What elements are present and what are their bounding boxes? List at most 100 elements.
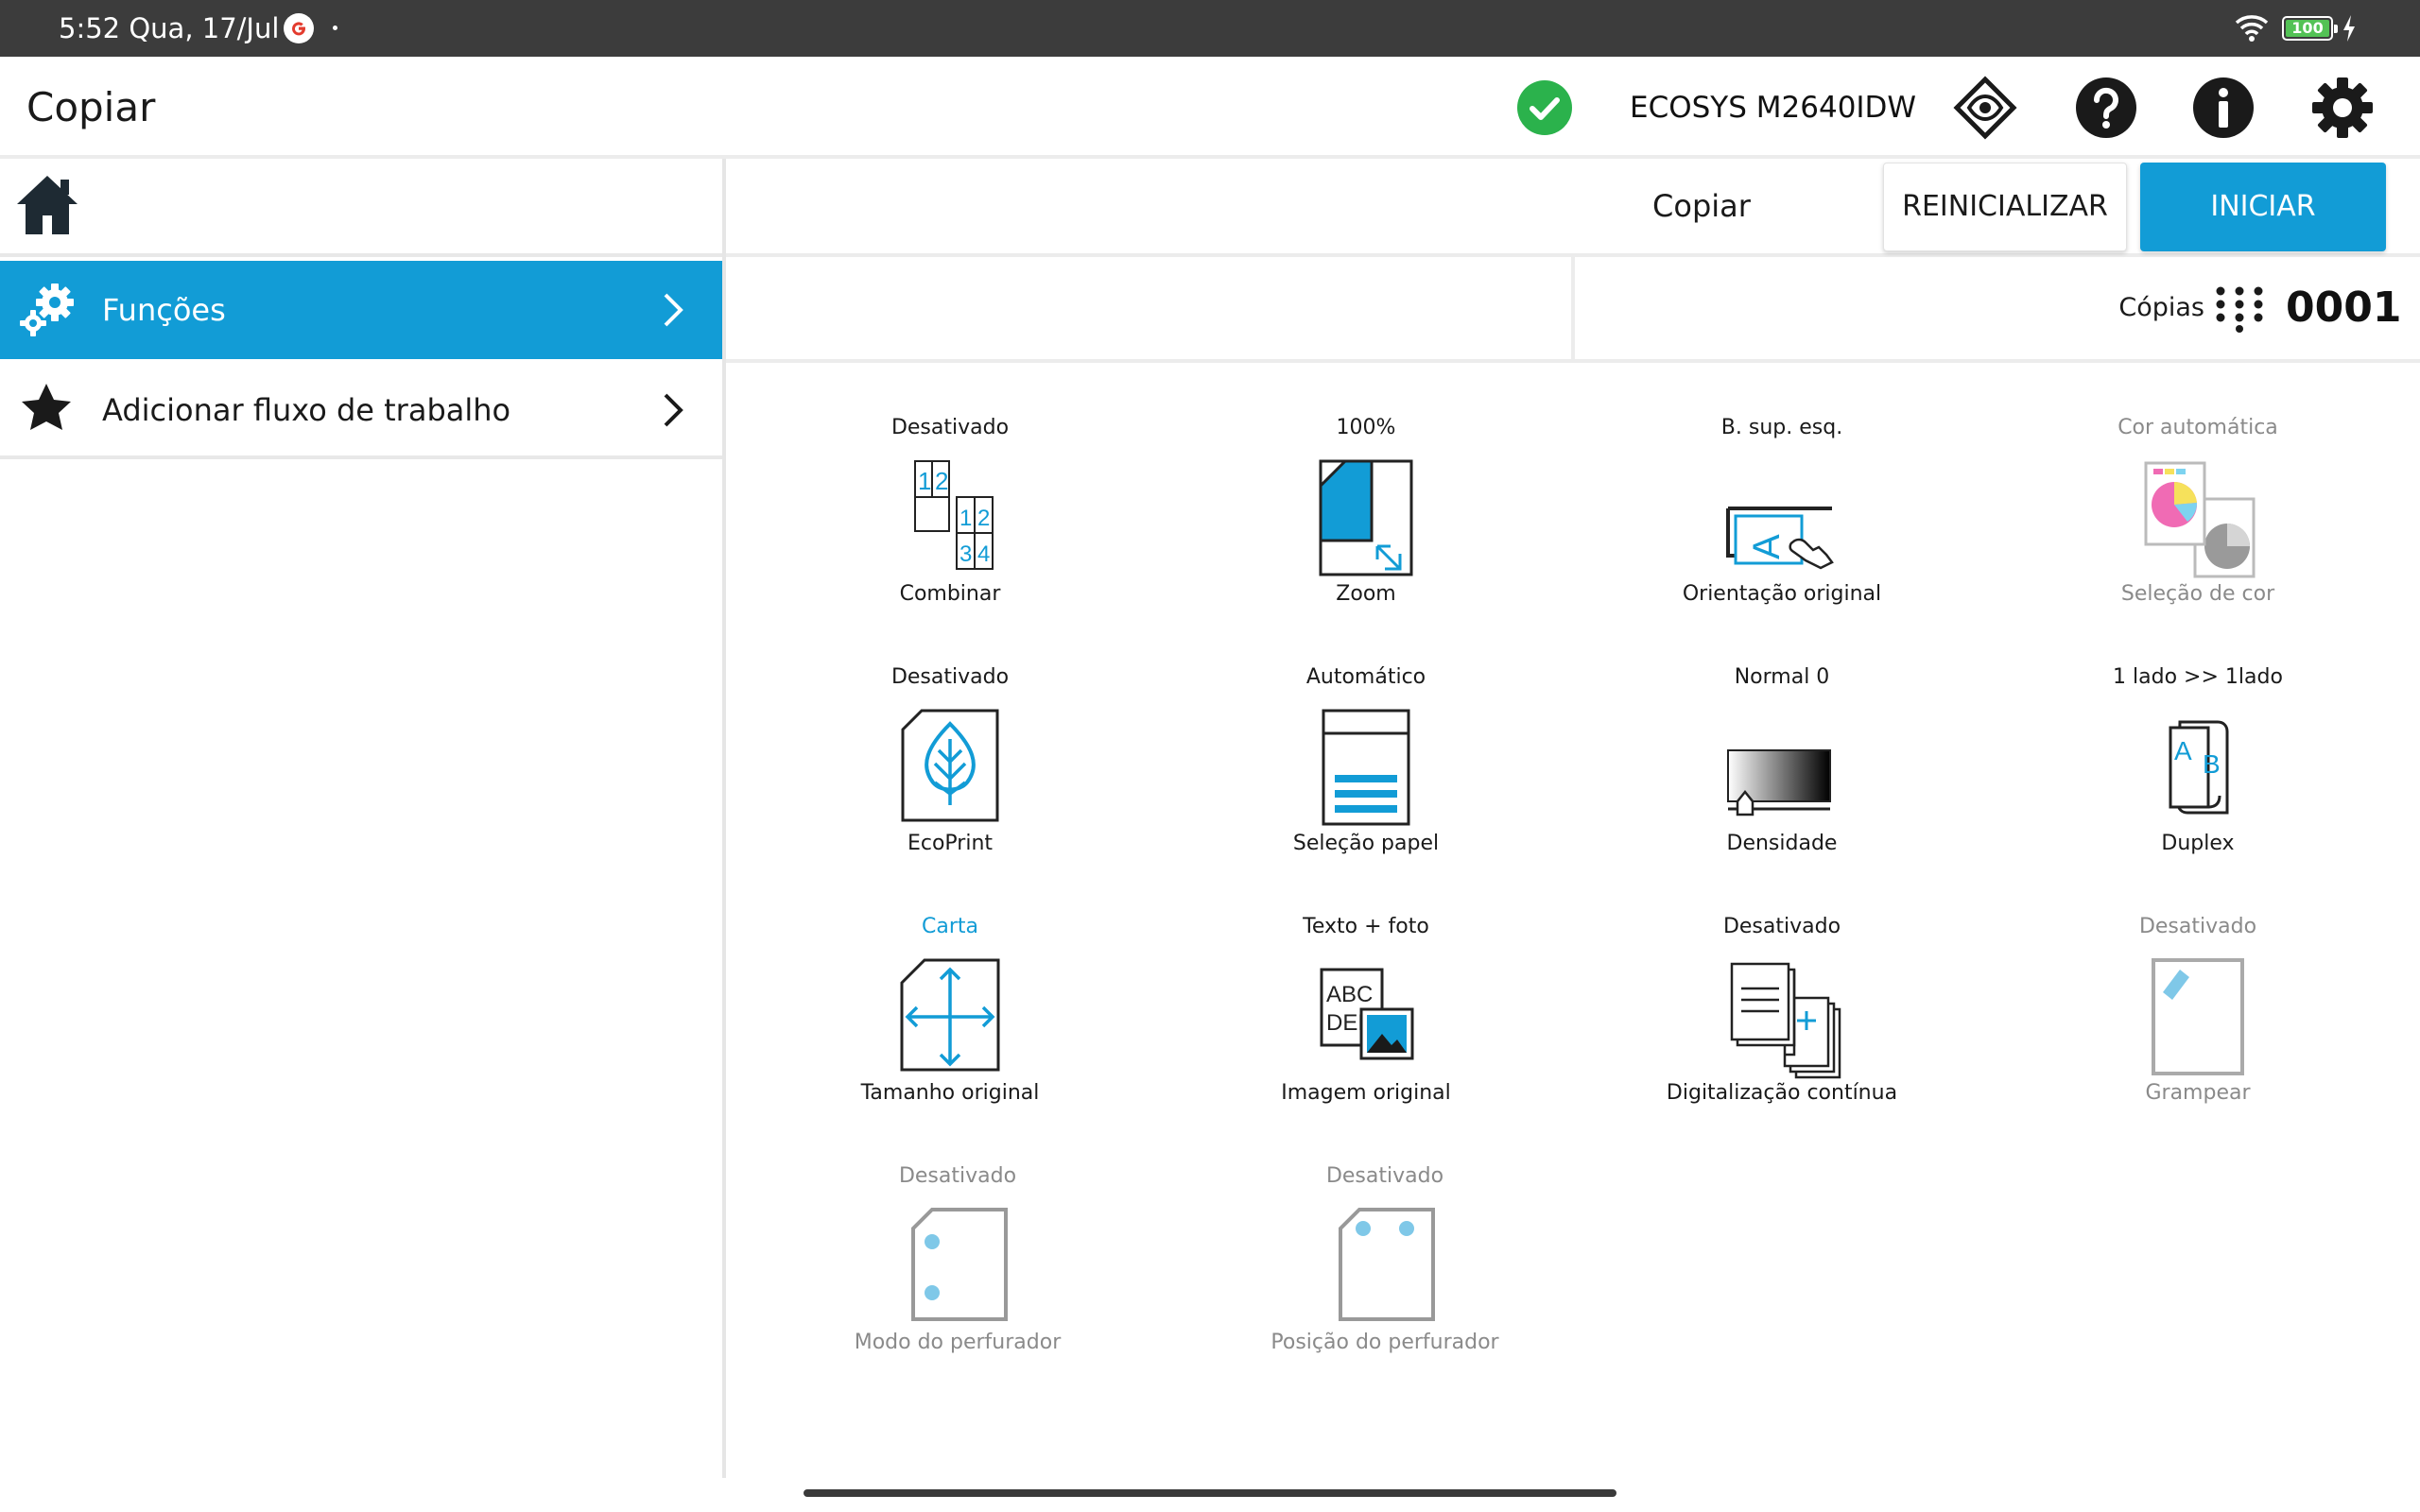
function-name: Tamanho original — [860, 1081, 1040, 1105]
star-icon — [17, 380, 76, 440]
sidebar-item-add-workflow[interactable]: Adicionar fluxo de trabalho — [0, 361, 722, 459]
status-ok-icon[interactable] — [1516, 79, 1573, 136]
help-icon[interactable] — [2074, 76, 2138, 140]
app-bar: Copiar ECOSYS M2640IDW — [0, 57, 2420, 159]
ecoprint-icon — [879, 701, 1021, 833]
function-name: Modo do perfurador — [854, 1331, 1062, 1354]
function-continuous-scan[interactable]: Desativado Digitalização contínua — [1602, 915, 1962, 1151]
original-image-icon: ABC DEF — [1295, 951, 1437, 1083]
function-name: Imagem original — [1281, 1081, 1451, 1105]
orientation-icon: A — [1711, 452, 1853, 584]
sidebar-item-label: Funções — [102, 292, 226, 328]
staple-icon — [2127, 951, 2269, 1083]
reset-button[interactable]: REINICIALIZAR — [1883, 163, 2127, 251]
function-name: Seleção de cor — [2120, 582, 2275, 606]
page-title: Copiar — [26, 84, 156, 130]
function-name: Combinar — [899, 582, 1001, 606]
function-density[interactable]: Normal 0 Densidade — [1602, 665, 1962, 902]
start-button[interactable]: INICIAR — [2140, 163, 2386, 251]
function-ecoprint[interactable]: Desativado EcoPrint — [770, 665, 1130, 902]
function-combine[interactable]: Desativado 1 2 1 2 3 4 Combinar — [770, 416, 1130, 652]
svg-text:ABC: ABC — [1326, 982, 1373, 1007]
paper-selection-icon — [1295, 701, 1437, 833]
copies-count[interactable]: 0001 — [2286, 257, 2401, 359]
function-value: Desativado — [890, 416, 1010, 439]
zoom-icon — [1295, 452, 1437, 584]
function-punch-position[interactable]: Desativado Posição do perfurador — [1205, 1164, 1564, 1400]
original-size-icon — [879, 951, 1021, 1083]
status-bar: 5:52 Qua, 17/Jul 100 — [0, 0, 2420, 57]
density-icon — [1711, 701, 1853, 833]
function-name: Digitalização contínua — [1666, 1081, 1898, 1105]
function-name: Grampear — [2145, 1081, 2251, 1105]
function-color-selection[interactable]: Cor automática Seleção de cor — [2018, 416, 2377, 652]
svg-text:4: 4 — [977, 541, 990, 567]
color-selection-icon — [2127, 452, 2269, 584]
function-staple[interactable]: Desativado Grampear — [2018, 915, 2377, 1151]
function-original-size[interactable]: Carta Tamanho original — [770, 915, 1130, 1151]
punch-position-icon — [1314, 1200, 1456, 1332]
function-value: Desativado — [890, 665, 1010, 689]
battery-level: 100 — [2291, 19, 2324, 37]
home-button[interactable] — [0, 159, 722, 257]
charging-icon — [2341, 13, 2358, 47]
function-name: Zoom — [1336, 582, 1396, 606]
function-name: Orientação original — [1682, 582, 1882, 606]
duplex-icon: A B — [2127, 701, 2269, 833]
function-original-image[interactable]: Texto + foto ABC DEF Imagem original — [1186, 915, 1546, 1151]
gesture-bar[interactable] — [804, 1489, 1616, 1497]
function-duplex[interactable]: 1 lado >> 1lado A B Duplex — [2018, 665, 2377, 902]
notification-dot-icon — [333, 26, 337, 30]
function-zoom[interactable]: 100% Zoom — [1186, 416, 1546, 652]
punch-mode-icon — [887, 1200, 1028, 1332]
function-value: Carta — [922, 915, 978, 938]
function-value: Desativado — [1325, 1164, 1444, 1188]
svg-text:A: A — [2174, 736, 2192, 765]
svg-text:1: 1 — [918, 467, 931, 495]
svg-text:2: 2 — [977, 506, 990, 531]
continuous-scan-icon — [1711, 951, 1853, 1083]
function-name: Densidade — [1726, 832, 1838, 855]
function-value: Desativado — [2138, 915, 2257, 938]
function-name: Seleção papel — [1292, 832, 1440, 855]
chevron-right-icon — [662, 391, 684, 433]
svg-text:3: 3 — [959, 541, 972, 567]
function-value: Automático — [1305, 665, 1426, 689]
chevron-right-icon — [662, 291, 684, 333]
google-icon — [284, 13, 314, 43]
function-value: 100% — [1336, 416, 1396, 439]
gears-icon — [17, 280, 79, 344]
copies-label: Cópias — [2118, 293, 2204, 322]
function-value: Cor automática — [2118, 416, 2278, 439]
device-model[interactable]: ECOSYS M2640IDW — [1630, 57, 1916, 159]
svg-text:2: 2 — [935, 467, 948, 495]
function-value: Texto + foto — [1303, 915, 1429, 938]
function-value: Desativado — [898, 1164, 1017, 1188]
function-value: Normal 0 — [1734, 665, 1830, 689]
status-time: 5:52 Qua, 17/Jul — [59, 12, 280, 44]
preview-icon[interactable] — [1953, 76, 2017, 140]
svg-text:B: B — [2203, 749, 2221, 779]
combine-icon: 1 2 1 2 3 4 — [879, 452, 1021, 584]
svg-text:1: 1 — [959, 506, 972, 531]
battery-icon: 100 — [2282, 16, 2338, 41]
sidebar-item-label: Adicionar fluxo de trabalho — [102, 392, 511, 428]
sidebar-item-functions[interactable]: Funções — [0, 261, 722, 359]
function-orientation[interactable]: B. sup. esq. A Orientação original — [1602, 416, 1962, 652]
keypad-icon[interactable] — [2214, 285, 2265, 336]
function-value: B. sup. esq. — [1720, 416, 1843, 439]
info-icon[interactable] — [2191, 76, 2256, 140]
function-name: Posição do perfurador — [1270, 1331, 1499, 1354]
svg-text:A: A — [1746, 534, 1788, 559]
function-value: Desativado — [1722, 915, 1841, 938]
function-value: 1 lado >> 1lado — [2113, 665, 2283, 689]
content-title: Copiar — [1652, 188, 1751, 224]
copies-row: Cópias 0001 — [726, 257, 2420, 363]
home-icon[interactable] — [13, 172, 81, 242]
wifi-icon — [2233, 13, 2271, 47]
function-name: Duplex — [2161, 832, 2235, 855]
function-paper-selection[interactable]: Automático Seleção papel — [1186, 665, 1546, 902]
settings-gear-icon[interactable] — [2310, 76, 2375, 140]
function-name: EcoPrint — [907, 832, 994, 855]
function-punch-mode[interactable]: Desativado Modo do perfurador — [778, 1164, 1137, 1400]
